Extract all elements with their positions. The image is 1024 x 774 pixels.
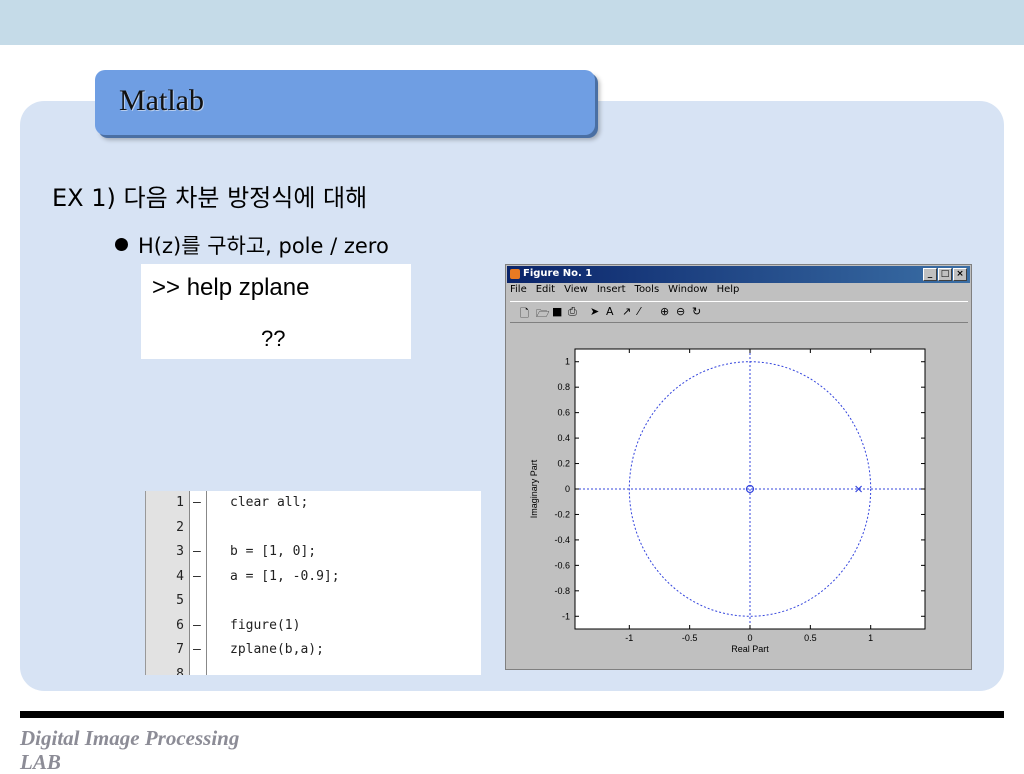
line-number: 7	[176, 642, 184, 657]
example-heading: EX 1) 다음 차분 방정식에 대해	[52, 184, 368, 212]
rotate-icon[interactable]: ↻	[692, 305, 701, 318]
x-tick-label: 0	[747, 633, 752, 643]
bullet-dot-icon	[115, 238, 128, 251]
insert-arrow-icon[interactable]: ↗	[622, 305, 631, 318]
help-command-text: >> help zplane	[152, 274, 310, 301]
figure-window[interactable]: Figure No. 1 _ □ × File Edit View Insert Tools…	[505, 264, 972, 670]
y-axis-label: Imaginary Part	[529, 459, 539, 518]
menu-insert[interactable]: Insert	[597, 284, 626, 295]
x-tick-label: -1	[625, 633, 633, 643]
code-text: zplane(b,a);	[230, 642, 324, 657]
bullet-text: H(z)를 구하고, pole / zero	[138, 234, 389, 258]
executable-line-marker: –	[193, 642, 201, 657]
executable-line-marker: –	[193, 617, 201, 633]
help-question-text: ??	[261, 326, 286, 351]
bullet-item: H(z)를 구하고, pole / zero	[115, 230, 389, 260]
slide-title: Matlab	[119, 84, 204, 117]
code-line[interactable]: 3– b = [1, 0];	[146, 541, 481, 565]
insert-text-icon[interactable]: A	[606, 305, 614, 318]
line-number: 2	[176, 519, 184, 535]
figure-toolbar: 🗋 🗁 ■ ⎙ ➤ A ↗ ⁄ ⊕ ⊖ ↻	[510, 301, 968, 323]
code-text: a = [1, -0.9];	[230, 568, 340, 584]
line-number: 6	[176, 617, 184, 633]
y-tick-label: -0.6	[554, 560, 570, 570]
y-tick-label: 0.2	[557, 459, 570, 469]
x-tick-label: -0.5	[682, 633, 698, 643]
executable-line-marker: –	[193, 495, 201, 510]
code-text: clear all;	[230, 495, 309, 510]
x-tick-label: 1	[868, 633, 873, 643]
zoom-in-icon[interactable]: ⊕	[660, 305, 669, 318]
figure-menubar: File Edit View Insert Tools Window Help	[510, 284, 748, 298]
code-text: figure(1)	[230, 617, 301, 633]
code-text: b = [1, 0];	[230, 544, 317, 559]
select-arrow-icon[interactable]: ➤	[590, 305, 599, 318]
line-number: 5	[176, 593, 184, 608]
line-number: 3	[176, 544, 184, 559]
minimize-button[interactable]: _	[923, 268, 937, 281]
code-line[interactable]: 4– a = [1, -0.9];	[146, 566, 481, 590]
code-line[interactable]: 8	[146, 664, 481, 676]
maximize-button[interactable]: □	[938, 268, 952, 281]
y-tick-label: 0.8	[557, 382, 570, 392]
y-tick-label: -0.8	[554, 586, 570, 596]
print-icon[interactable]: ⎙	[568, 305, 577, 319]
x-axis-label: Real Part	[731, 644, 769, 654]
footer-line-2: LAB	[20, 750, 61, 774]
y-tick-label: -0.2	[554, 509, 570, 519]
help-command-box: >> help zplane ??	[141, 264, 411, 359]
open-folder-icon[interactable]: 🗁	[536, 305, 550, 324]
insert-line-icon[interactable]: ⁄	[638, 305, 640, 318]
line-number: 4	[176, 568, 184, 584]
y-tick-label: 0	[565, 484, 570, 494]
code-editor[interactable]: 1– clear all; 2 3– b = [1, 0]; 4– a = [1, -0.9…	[145, 491, 481, 675]
save-icon[interactable]: ■	[552, 305, 562, 318]
code-line[interactable]: 5	[146, 590, 481, 614]
x-tick-label: 0.5	[804, 633, 817, 643]
y-tick-label: 0.4	[557, 433, 570, 443]
code-line[interactable]: 7– zplane(b,a);	[146, 639, 481, 663]
executable-line-marker: –	[193, 544, 201, 559]
menu-help[interactable]: Help	[717, 284, 740, 295]
executable-line-marker: –	[193, 568, 201, 584]
menu-file[interactable]: File	[510, 284, 527, 295]
footer-line-1: Digital Image Processing	[20, 726, 240, 750]
code-line[interactable]: 1– clear all;	[146, 492, 481, 516]
pole-zero-plot: -1 -0.5 0 0.5 1 1 0.8 0.6 0.4 0.2 0 -0.2 -0.4 -0.6 -0.…	[529, 348, 926, 654]
menu-window[interactable]: Window	[668, 284, 707, 295]
title-tab: Matlab	[95, 70, 595, 135]
footer-caption: Digital Image Processing LAB	[20, 726, 320, 774]
y-tick-label: -1	[562, 611, 570, 621]
code-line[interactable]: 2	[146, 517, 481, 541]
figure-title: Figure No. 1	[523, 268, 593, 279]
matlab-icon	[510, 269, 520, 279]
new-file-icon[interactable]: 🗋	[520, 305, 529, 324]
footer-divider	[20, 711, 1004, 718]
menu-edit[interactable]: Edit	[536, 284, 555, 295]
zoom-out-icon[interactable]: ⊖	[676, 305, 685, 318]
code-line[interactable]: 6– figure(1)	[146, 615, 481, 639]
figure-titlebar[interactable]: Figure No. 1 _ □ ×	[507, 266, 970, 283]
close-button[interactable]: ×	[953, 268, 967, 281]
y-tick-label: -0.4	[554, 535, 570, 545]
menu-tools[interactable]: Tools	[635, 284, 660, 295]
line-number: 1	[176, 495, 184, 510]
top-banner	[0, 0, 1024, 45]
y-tick-label: 0.6	[557, 408, 570, 418]
line-number: 8	[176, 666, 184, 676]
y-tick-label: 1	[565, 357, 570, 367]
menu-view[interactable]: View	[564, 284, 588, 295]
